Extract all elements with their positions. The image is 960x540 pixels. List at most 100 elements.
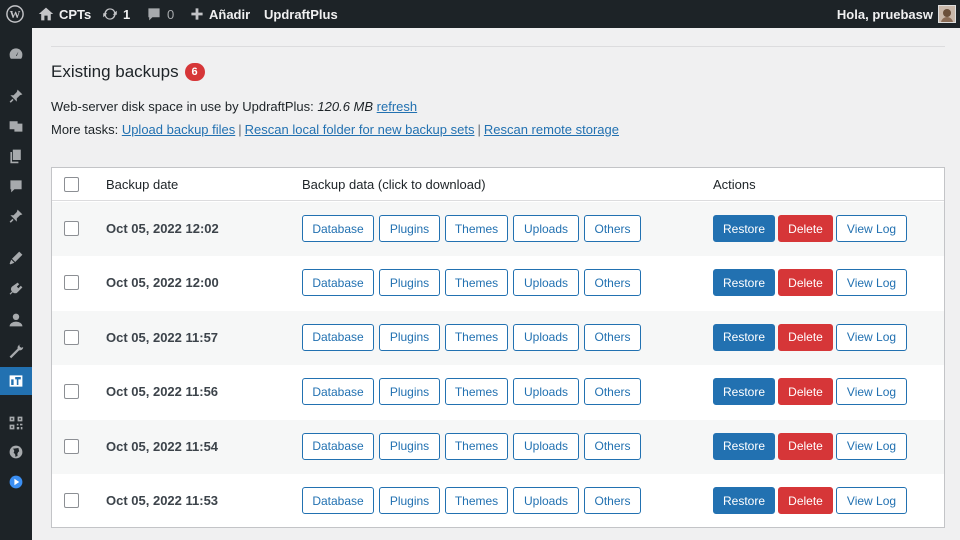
- rescan-remote-storage-link[interactable]: Rescan remote storage: [484, 122, 619, 137]
- download-uploads-button[interactable]: Uploads: [513, 323, 579, 351]
- table-row: Oct 05, 2022 11:57 Database Plugins Themes U…: [52, 310, 944, 365]
- download-database-button[interactable]: Database: [302, 432, 374, 460]
- site-name-link[interactable]: CPTs: [38, 0, 91, 28]
- pin-icon[interactable]: [0, 82, 32, 110]
- download-database-button[interactable]: Database: [302, 323, 374, 351]
- row-checkbox[interactable]: [64, 384, 79, 400]
- view-log-button[interactable]: View Log: [836, 487, 907, 514]
- pin-icon[interactable]: [0, 202, 32, 230]
- delete-button[interactable]: Delete: [778, 323, 833, 351]
- download-themes-button[interactable]: Themes: [445, 323, 508, 351]
- main-content: Existing backups 6 Web-server disk space…: [32, 28, 960, 540]
- comment-icon: [148, 8, 160, 21]
- greeting: Hola, pruebasw: [836, 6, 933, 22]
- download-others-button[interactable]: Others: [584, 269, 641, 297]
- download-others-button[interactable]: Others: [584, 323, 641, 351]
- users-icon[interactable]: [0, 306, 32, 334]
- separator: |: [238, 122, 242, 137]
- download-themes-button[interactable]: Themes: [445, 378, 508, 406]
- my-account-menu[interactable]: Hola, pruebasw: [837, 0, 956, 28]
- dashboard-icon[interactable]: [0, 40, 32, 68]
- column-backup-data: Backup data (click to download): [302, 177, 486, 192]
- download-database-button[interactable]: Database: [302, 378, 374, 406]
- download-uploads-button[interactable]: Uploads: [513, 432, 579, 460]
- row-checkbox[interactable]: [64, 493, 79, 508]
- delete-button[interactable]: Delete: [778, 215, 833, 242]
- row-checkbox[interactable]: [64, 438, 79, 454]
- avatar: [938, 5, 956, 23]
- backup-count-badge: 6: [184, 63, 205, 81]
- download-others-button[interactable]: Others: [584, 378, 641, 406]
- column-backup-date: Backup date: [106, 177, 179, 192]
- view-log-button[interactable]: View Log: [836, 323, 907, 351]
- comments-link[interactable]: 0: [146, 0, 174, 28]
- download-themes-button[interactable]: Themes: [445, 487, 508, 514]
- download-database-button[interactable]: Database: [302, 215, 374, 242]
- download-others-button[interactable]: Others: [584, 215, 641, 242]
- download-others-button[interactable]: Others: [584, 432, 641, 460]
- plugins-icon[interactable]: [0, 275, 32, 303]
- appearance-icon[interactable]: [0, 244, 32, 272]
- table-row: Oct 05, 2022 11:53 Database Plugins Themes U…: [52, 474, 944, 528]
- download-uploads-button[interactable]: Uploads: [513, 269, 579, 297]
- row-checkbox[interactable]: [64, 329, 79, 345]
- view-log-button[interactable]: View Log: [836, 378, 907, 406]
- backup-date: Oct 05, 2022 11:56: [106, 384, 219, 400]
- view-log-button[interactable]: View Log: [836, 269, 907, 297]
- refresh-link[interactable]: refresh: [377, 99, 417, 114]
- download-plugins-button[interactable]: Plugins: [379, 269, 440, 297]
- download-plugins-button[interactable]: Plugins: [379, 432, 440, 460]
- restore-button[interactable]: Restore: [713, 432, 775, 460]
- settings-icon[interactable]: [0, 367, 37, 395]
- delete-button[interactable]: Delete: [778, 269, 833, 297]
- new-content-link[interactable]: Añadir: [190, 0, 250, 28]
- view-log-button[interactable]: View Log: [836, 432, 907, 460]
- disk-usage-line: Web-server disk space in use by UpdraftP…: [51, 99, 417, 114]
- upload-backup-files-link[interactable]: Upload backup files: [122, 122, 235, 137]
- download-plugins-button[interactable]: Plugins: [379, 323, 440, 351]
- delete-button[interactable]: Delete: [778, 487, 833, 514]
- more-tasks-line: More tasks: Upload backup files | Rescan l…: [51, 122, 619, 137]
- tools-icon[interactable]: [0, 337, 32, 365]
- restore-button[interactable]: Restore: [713, 215, 775, 242]
- download-plugins-button[interactable]: Plugins: [379, 378, 440, 406]
- download-themes-button[interactable]: Themes: [445, 215, 508, 242]
- download-database-button[interactable]: Database: [302, 269, 374, 297]
- updraftplus-menu[interactable]: UpdraftPlus: [264, 0, 338, 28]
- restore-button[interactable]: Restore: [713, 487, 775, 514]
- download-themes-button[interactable]: Themes: [445, 269, 508, 297]
- new-label: Añadir: [209, 6, 251, 22]
- download-uploads-button[interactable]: Uploads: [513, 487, 579, 514]
- table-row: Oct 05, 2022 12:00 Database Plugins Themes U…: [52, 256, 944, 310]
- download-others-button[interactable]: Others: [584, 487, 641, 514]
- rescan-local-folder-link[interactable]: Rescan local folder for new backup sets: [245, 122, 475, 137]
- download-database-button[interactable]: Database: [302, 487, 374, 514]
- pages-icon[interactable]: [0, 142, 32, 170]
- backup-date: Oct 05, 2022 11:53: [106, 493, 219, 508]
- updates-link[interactable]: 1: [102, 0, 130, 28]
- media-icon[interactable]: [0, 112, 32, 140]
- row-checkbox[interactable]: [64, 275, 79, 291]
- restore-button[interactable]: Restore: [713, 269, 775, 297]
- backup-date: Oct 05, 2022 12:00: [106, 275, 219, 291]
- table-header: Backup date Backup data (click to downlo…: [52, 168, 944, 201]
- wordpress-logo-icon[interactable]: W: [6, 0, 24, 28]
- row-checkbox[interactable]: [64, 221, 79, 236]
- play-icon[interactable]: [0, 468, 32, 496]
- separator: |: [477, 122, 481, 137]
- download-plugins-button[interactable]: Plugins: [379, 215, 440, 242]
- delete-button[interactable]: Delete: [778, 432, 833, 460]
- delete-button[interactable]: Delete: [778, 378, 833, 406]
- view-log-button[interactable]: View Log: [836, 215, 907, 242]
- qr-icon[interactable]: [0, 409, 32, 437]
- globe-icon[interactable]: [0, 438, 32, 466]
- comments-icon[interactable]: [0, 172, 32, 200]
- download-plugins-button[interactable]: Plugins: [379, 487, 440, 514]
- select-all-checkbox[interactable]: [64, 177, 79, 192]
- disk-usage-value: 120.6 MB: [317, 99, 374, 114]
- download-uploads-button[interactable]: Uploads: [513, 215, 579, 242]
- download-uploads-button[interactable]: Uploads: [513, 378, 579, 406]
- download-themes-button[interactable]: Themes: [445, 432, 508, 460]
- restore-button[interactable]: Restore: [713, 323, 775, 351]
- restore-button[interactable]: Restore: [713, 378, 775, 406]
